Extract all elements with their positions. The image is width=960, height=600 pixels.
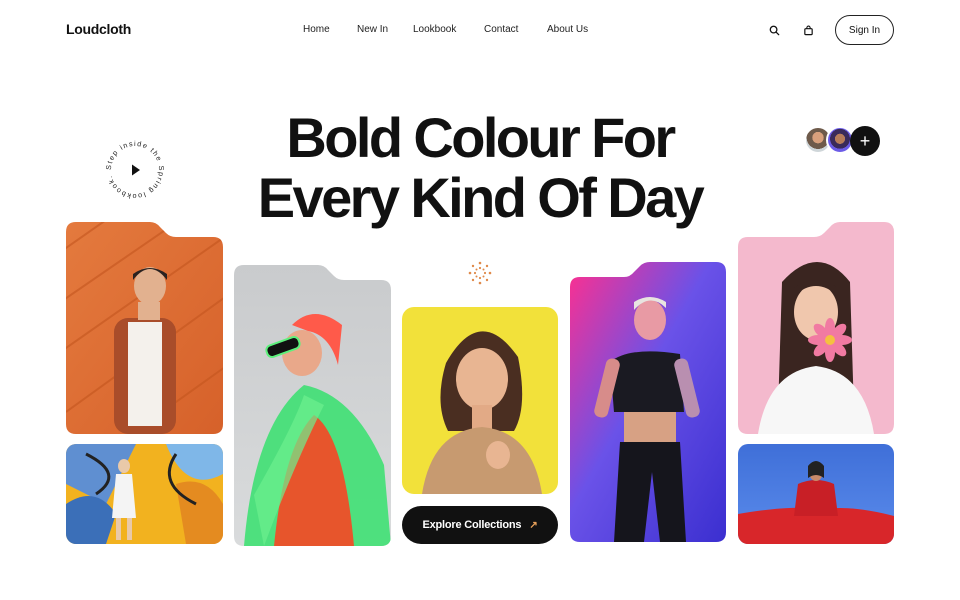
play-icon[interactable] <box>132 164 140 176</box>
lookbook-card-yellow[interactable] <box>402 307 558 494</box>
nav-about-us[interactable]: About Us <box>547 22 588 38</box>
hero-title-line-1: Bold Colour For <box>286 106 676 169</box>
explore-collections-label: Explore Collections <box>422 519 522 531</box>
nav-new-in[interactable]: New In <box>357 22 388 38</box>
shopping-bag-icon[interactable] <box>800 22 816 38</box>
lookbook-card-sky[interactable] <box>738 444 894 544</box>
main-nav: Home New In Lookbook Contact About Us <box>0 22 960 38</box>
search-icon[interactable] <box>766 22 782 38</box>
explore-collections-button[interactable]: Explore Collections ↗ <box>402 506 558 544</box>
lookbook-card-blue[interactable] <box>570 262 726 542</box>
plus-icon[interactable]: + <box>850 126 880 156</box>
sign-in-button[interactable]: Sign In <box>835 15 894 45</box>
hero-title: Bold Colour For Every Kind Of Day <box>180 108 780 228</box>
lookbook-card-orange[interactable] <box>66 222 223 434</box>
lookbook-play-badge[interactable]: Step inside the Spring lookbook. <box>100 138 170 202</box>
sparkle-icon <box>466 260 494 286</box>
lookbook-card-graffiti[interactable] <box>66 444 223 544</box>
lookbook-card-pink[interactable] <box>738 222 894 434</box>
community-avatars: + <box>804 126 880 156</box>
nav-contact[interactable]: Contact <box>484 22 518 38</box>
nav-home[interactable]: Home <box>303 22 330 38</box>
hero-title-line-2: Every Kind Of Day <box>257 166 705 229</box>
nav-lookbook[interactable]: Lookbook <box>413 22 456 38</box>
arrow-up-right-icon: ↗ <box>529 519 538 531</box>
lookbook-card-neon[interactable] <box>234 265 391 546</box>
